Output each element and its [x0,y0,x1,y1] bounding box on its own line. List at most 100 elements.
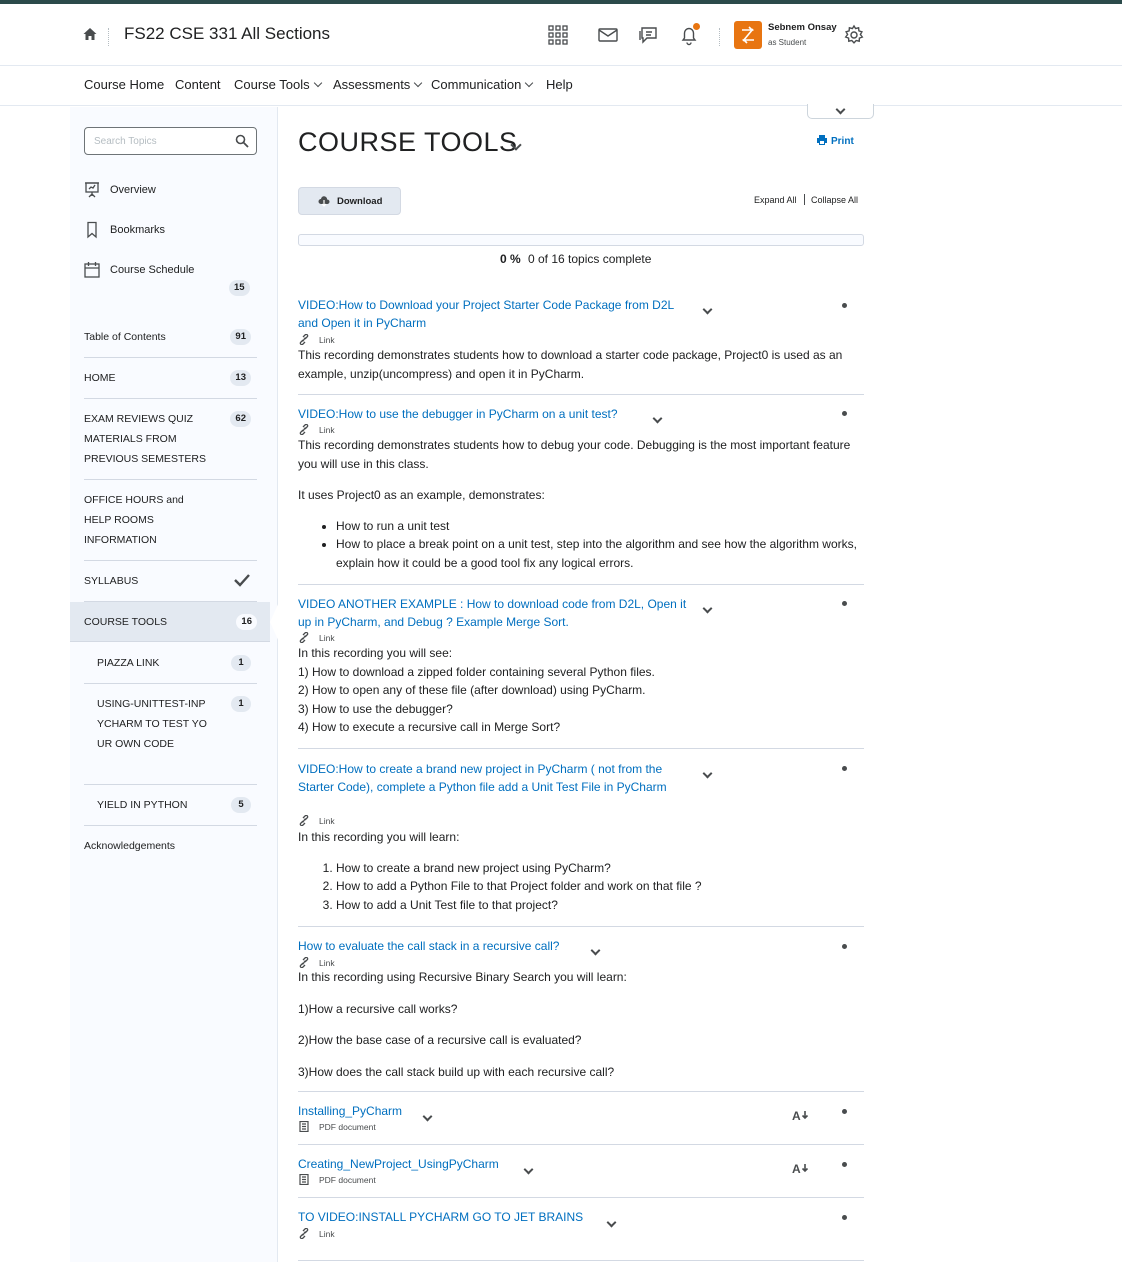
description-line: In this recording you will see: [298,646,453,660]
home-icon[interactable] [82,26,98,42]
unread-dot [842,411,847,416]
chevron-down-icon [525,78,534,88]
nav-course-home[interactable]: Course Home [84,77,164,92]
collapse-all-link[interactable]: Collapse All [811,195,858,205]
calendar-icon [84,262,100,278]
topic-item: VIDEO:How to use the debugger in PyCharm… [298,405,864,580]
search-icon[interactable] [235,134,249,148]
mail-icon[interactable] [597,24,619,46]
topic-title-link[interactable]: VIDEO:How to use the debugger in PyCharm… [298,405,618,423]
chevron-down-icon [414,78,423,88]
topic-title-link[interactable]: Installing_PyCharm [298,1102,402,1120]
chevron-down-icon[interactable] [590,945,601,956]
topic-type-label: Link [319,633,335,643]
chevron-down-icon[interactable] [702,304,713,315]
bookmark-icon [87,221,97,239]
download-label: Download [337,196,383,207]
link-separator [804,194,805,205]
toc-count-badge: 13 [230,370,251,386]
link-icon [299,424,309,435]
topic-item: TO VIDEO:INSTALL PYCHARM GO TO JET BRAIN… [298,1208,864,1248]
description-paragraph: In this recording you will learn: [298,830,460,844]
topic-title-link[interactable]: Creating_NewProject_UsingPyCharm [298,1155,499,1173]
chevron-down-icon[interactable] [652,413,663,424]
toc-item-acknowledgements[interactable]: Acknowledgements [84,836,257,860]
link-icon [299,1228,309,1239]
toc-item-course-tools[interactable]: COURSE TOOLS 16 [70,602,270,642]
topic-type-label: PDF document [319,1122,376,1132]
chat-icon[interactable] [637,24,659,46]
topic-title-link[interactable]: How to evaluate the call stack in a recu… [298,937,559,955]
topic-description: In this recording you will learn: How to… [298,828,864,914]
expand-all-link[interactable]: Expand All [754,195,797,205]
print-button[interactable]: Print [816,134,854,147]
presentation-icon [85,182,99,198]
progress-bar [298,234,864,246]
description-line: 3) How to use the debugger? [298,701,453,716]
topic-title-link[interactable]: VIDEO:How to create a brand new project … [298,760,683,796]
course-selector-grid-icon[interactable] [547,24,569,46]
document-icon [299,1121,309,1132]
toc-item-label: EXAM REVIEWS QUIZ MATERIALS FROM PREVIOU… [84,413,206,465]
topic-title-link[interactable]: TO VIDEO:INSTALL PYCHARM GO TO JET BRAIN… [298,1208,583,1226]
topic-item: VIDEO:How to create a brand new project … [298,760,864,920]
nav-communication[interactable]: Communication [431,77,534,92]
toc-item-table-of-contents[interactable]: Table of Contents 91 [84,327,257,358]
toc-item-label: OFFICE HOURS and HELP ROOMS INFORMATION [84,494,184,546]
progress-percent: 0 % [500,252,521,266]
topic-title-link[interactable]: VIDEO:How to Download your Project Start… [298,296,688,332]
topic-divider [298,394,864,395]
toc-item-piazza-link[interactable]: PIAZZA LINK 1 [84,653,257,684]
text-to-speech-icon[interactable]: A [792,1161,812,1175]
progress-text: 0 of 16 topics complete [528,252,652,266]
toc-item-label: COURSE TOOLS [84,616,168,628]
nav-assessments[interactable]: Assessments [333,77,423,92]
chevron-down-icon[interactable] [606,1217,617,1228]
user-name[interactable]: Sebnem Onsay [768,22,837,33]
search-input[interactable] [94,129,234,153]
toc-item-syllabus[interactable]: SYLLABUS [84,571,257,602]
nav-help[interactable]: Help [546,77,573,92]
topic-item: Creating_NewProject_UsingPyCharm PDF doc… [298,1155,864,1195]
course-navbar: Course Home Content Course Tools Assessm… [0,67,1122,106]
download-button[interactable]: Download [298,187,401,215]
unread-dot [842,1215,847,1220]
chevron-down-icon[interactable] [702,603,713,614]
description-line: 1) How to download a zipped folder conta… [298,664,655,679]
chevron-down-icon[interactable] [422,1111,433,1122]
toc-item-label: USING-UNITTEST-INPYCHARM TO TEST YOUR OW… [97,698,207,750]
nav-assessments-label: Assessments [333,77,411,92]
toc-count-badge: 1 [231,655,251,671]
text-to-speech-icon[interactable]: A [792,1108,812,1122]
topic-title-link[interactable]: VIDEO ANOTHER EXAMPLE : How to download … [298,595,688,631]
chevron-down-icon[interactable] [702,768,713,779]
toc-item-label: YIELD IN PYTHON [97,799,188,811]
description-line: 2) How to open any of these file (after … [298,683,646,697]
toc-item-office-hours[interactable]: OFFICE HOURS and HELP ROOMS INFORMATION [84,490,257,561]
unread-dot [842,1162,847,1167]
avatar[interactable] [734,21,762,49]
cloud-download-icon [318,196,330,207]
svg-text:A: A [792,1162,801,1175]
course-title[interactable]: FS22 CSE 331 All Sections [124,24,330,44]
collapse-tab[interactable] [807,104,874,119]
chevron-down-icon[interactable] [523,1164,534,1175]
checkmark-icon [234,574,250,587]
description-paragraph: 1)How a recursive call works? [298,1001,458,1016]
description-paragraph: 3)How does the call stack build up with … [298,1064,615,1079]
topic-item: VIDEO ANOTHER EXAMPLE : How to download … [298,595,864,740]
toc-count-badge: 91 [230,329,251,345]
header-separator [108,28,109,46]
toc-count-badge: 16 [236,614,257,630]
user-role: as Student [768,38,807,47]
topic-description: In this recording you will see: 1) How t… [298,644,864,737]
nav-course-tools[interactable]: Course Tools [234,77,322,92]
gear-icon[interactable] [843,24,865,46]
description-line: 4) How to execute a recursive call in Me… [298,720,561,734]
toc-item-home[interactable]: HOME 13 [84,368,257,399]
nav-content[interactable]: Content [175,77,221,92]
toc-item-unittest-pycharm[interactable]: USING-UNITTEST-INPYCHARM TO TEST YOUR OW… [84,694,257,785]
unread-dot [842,766,847,771]
toc-item-exam-reviews[interactable]: EXAM REVIEWS QUIZ MATERIALS FROM PREVIOU… [84,409,257,480]
toc-item-yield-in-python[interactable]: YIELD IN PYTHON 5 [84,795,257,826]
